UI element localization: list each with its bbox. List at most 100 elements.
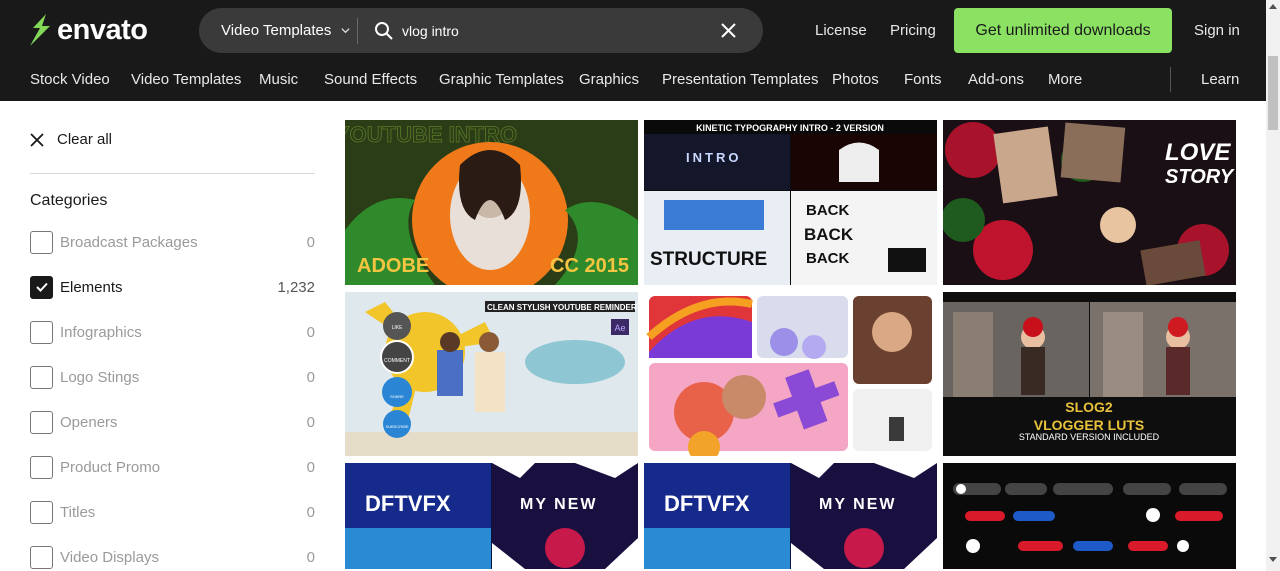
- category-logo-stings[interactable]: Logo Stings 0: [30, 365, 315, 389]
- thumbnail-image: [943, 463, 1236, 569]
- brand-name: envato: [57, 13, 148, 46]
- nav-item-music[interactable]: Music: [259, 71, 298, 88]
- thumb-text: STRUCTURE: [650, 249, 767, 270]
- search-input[interactable]: [402, 22, 702, 39]
- search-bar: Video Templates: [199, 8, 763, 53]
- result-thumbnail[interactable]: [644, 292, 937, 456]
- pricing-link[interactable]: Pricing: [890, 22, 936, 39]
- result-thumbnail[interactable]: KINETIC TYPOGRAPHY INTRO - 2 VERSION INT…: [644, 120, 937, 285]
- thumb-text: COMMENT: [384, 358, 410, 364]
- checkbox[interactable]: [30, 500, 53, 524]
- scroll-down-arrow-icon[interactable]: [1269, 557, 1277, 563]
- checkbox[interactable]: [30, 230, 53, 254]
- nav-divider: [1170, 67, 1171, 92]
- header: envato Video Templates License Pricing G…: [0, 0, 1266, 101]
- thumb-text: LOVE: [1165, 139, 1231, 166]
- envato-logo[interactable]: envato: [28, 13, 148, 46]
- nav-item-graphics[interactable]: Graphics: [579, 71, 639, 88]
- category-openers[interactable]: Openers 0: [30, 410, 315, 434]
- thumb-text: ADOBE: [357, 255, 429, 277]
- thumbnail-image: SLOG2 VLOGGER LUTS STANDARD VERSION INCL…: [943, 292, 1236, 456]
- leaf-icon: [30, 14, 50, 46]
- scroll-up-arrow-icon[interactable]: [1269, 3, 1277, 9]
- thumb-text: SHARE: [390, 394, 404, 399]
- category-video-displays[interactable]: Video Displays 0: [30, 545, 315, 569]
- checkbox[interactable]: [30, 455, 53, 479]
- close-icon: [30, 132, 44, 147]
- category-infographics[interactable]: Infographics 0: [30, 320, 315, 344]
- search-category-dropdown[interactable]: Video Templates: [199, 8, 357, 53]
- category-label: Video Displays: [60, 548, 159, 566]
- thumb-text: CC 2015: [550, 255, 629, 277]
- checkbox-checked[interactable]: [30, 275, 53, 299]
- result-thumbnail[interactable]: CLEAN STYLISH YOUTUBE REMINDER LIKE COMM…: [345, 292, 638, 456]
- thumb-title: KINETIC TYPOGRAPHY INTRO - 2 VERSION: [696, 123, 884, 133]
- category-count: 0: [306, 368, 315, 386]
- checkbox[interactable]: [30, 320, 53, 344]
- nav-item-graphic-templates[interactable]: Graphic Templates: [439, 71, 564, 88]
- category-label: Infographics: [60, 323, 142, 341]
- result-thumbnail[interactable]: [943, 463, 1236, 569]
- nav-item-fonts[interactable]: Fonts: [904, 71, 942, 88]
- thumb-text: BACK: [806, 202, 849, 219]
- search-category-label: Video Templates: [221, 22, 332, 39]
- thumbnail-image: [644, 292, 937, 456]
- sign-in-link[interactable]: Sign in: [1194, 22, 1240, 39]
- category-elements[interactable]: Elements 1,232: [30, 275, 315, 299]
- nav-item-presentation-templates[interactable]: Presentation Templates: [662, 71, 818, 88]
- checkbox[interactable]: [30, 545, 53, 569]
- category-label: Titles: [60, 503, 96, 521]
- result-thumbnail[interactable]: DFTVFX MY NEW: [644, 463, 937, 569]
- thumb-text: INTRO: [686, 150, 741, 165]
- thumb-text: SUBSCRIBE: [385, 424, 408, 429]
- category-broadcast-packages[interactable]: Broadcast Packages 0: [30, 230, 315, 254]
- thumb-text: SLOG2: [1065, 399, 1113, 415]
- clear-all-button[interactable]: Clear all: [30, 131, 112, 148]
- checkbox[interactable]: [30, 365, 53, 389]
- category-product-promo[interactable]: Product Promo 0: [30, 455, 315, 479]
- checkbox[interactable]: [30, 410, 53, 434]
- thumbnail-image: CLEAN STYLISH YOUTUBE REMINDER LIKE COMM…: [345, 292, 638, 456]
- thumb-text: MY NEW: [819, 496, 896, 513]
- category-count: 1,232: [277, 278, 315, 296]
- thumbnail-image: LOVE STORY: [943, 120, 1236, 285]
- category-titles[interactable]: Titles 0: [30, 500, 315, 524]
- page-scrollbar[interactable]: [1266, 0, 1280, 571]
- sidebar-divider: [30, 173, 315, 174]
- svg-text:Ae: Ae: [614, 323, 625, 333]
- nav-item-photos[interactable]: Photos: [832, 71, 879, 88]
- checkmark-icon: [35, 282, 48, 292]
- result-thumbnail[interactable]: YOUTUBE INTRO ADOBE CC 2015: [345, 120, 638, 285]
- nav-item-sound-effects[interactable]: Sound Effects: [324, 71, 417, 88]
- thumbnail-image: DFTVFX MY NEW: [345, 463, 638, 569]
- clear-all-label: Clear all: [57, 131, 113, 148]
- category-label: Logo Stings: [60, 368, 140, 386]
- nav-item-video-templates[interactable]: Video Templates: [131, 71, 241, 88]
- categories-heading: Categories: [30, 192, 108, 209]
- thumbnail-image: KINETIC TYPOGRAPHY INTRO - 2 VERSION INT…: [644, 120, 937, 285]
- thumb-text: DFTVFX: [664, 491, 750, 516]
- thumb-text: DFTVFX: [365, 491, 451, 516]
- result-thumbnail[interactable]: DFTVFX MY NEW: [345, 463, 638, 569]
- thumbnail-image: YOUTUBE INTRO ADOBE CC 2015: [345, 120, 638, 285]
- license-link[interactable]: License: [815, 22, 867, 39]
- category-label: Elements: [60, 278, 123, 296]
- category-count: 0: [306, 413, 315, 431]
- thumb-text: VLOGGER LUTS: [1034, 417, 1144, 433]
- category-count: 0: [306, 323, 315, 341]
- svg-text:BACK: BACK: [804, 225, 854, 244]
- result-thumbnail[interactable]: LOVE STORY: [943, 120, 1236, 285]
- scrollbar-thumb[interactable]: [1268, 56, 1278, 130]
- thumb-text: STANDARD VERSION INCLUDED: [1019, 432, 1160, 442]
- nav-item-more[interactable]: More: [1048, 71, 1082, 88]
- nav-item-learn[interactable]: Learn: [1201, 71, 1239, 88]
- category-count: 0: [306, 458, 315, 476]
- get-unlimited-downloads-button[interactable]: Get unlimited downloads: [954, 8, 1172, 53]
- nav-item-add-ons[interactable]: Add-ons: [968, 71, 1024, 88]
- result-thumbnail[interactable]: SLOG2 VLOGGER LUTS STANDARD VERSION INCL…: [943, 292, 1236, 456]
- close-icon[interactable]: [720, 22, 737, 39]
- thumb-text: MY NEW: [520, 496, 597, 513]
- nav-item-stock-video[interactable]: Stock Video: [30, 71, 110, 88]
- search-icon[interactable]: [374, 21, 394, 41]
- category-label: Broadcast Packages: [60, 233, 198, 251]
